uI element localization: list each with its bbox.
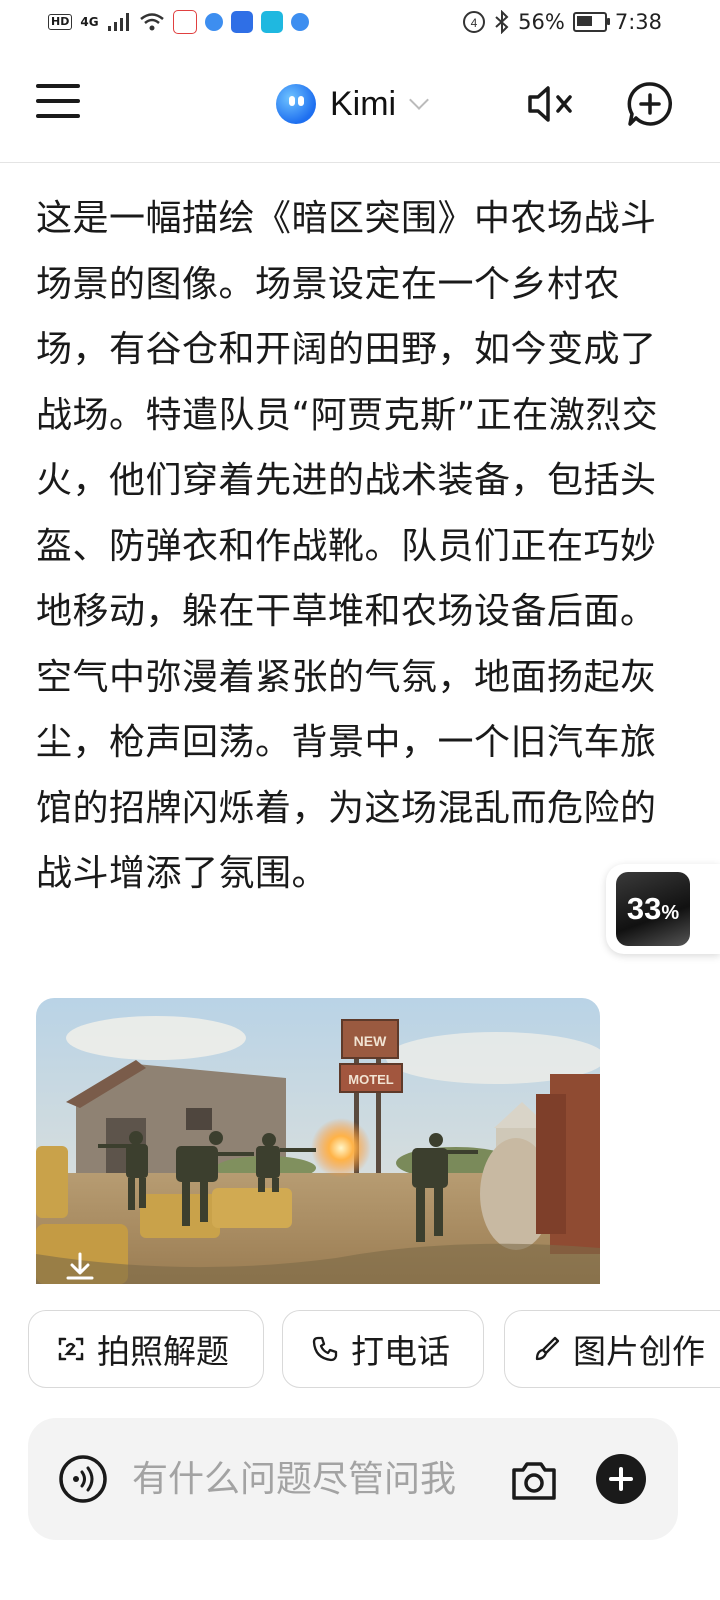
chip-label: 拍照解题 — [97, 1332, 229, 1371]
chip-phone-call[interactable]: 打电话 — [282, 1310, 484, 1388]
app-notification-icon — [260, 11, 283, 33]
wifi-icon — [139, 13, 164, 31]
app-title: Kimi — [330, 84, 397, 123]
network-type: 4G — [80, 15, 99, 29]
clock: 7:38 — [614, 10, 662, 34]
app-notification-icon — [290, 13, 309, 31]
brush-icon — [535, 1336, 560, 1361]
battle-scene-illustration: NEW MOTEL — [36, 998, 600, 1284]
battery-icon — [572, 12, 610, 32]
sign-bottom-text: MOTEL — [348, 1072, 394, 1087]
menu-icon[interactable] — [36, 84, 80, 124]
svg-text:4: 4 — [471, 16, 478, 30]
voice-input-icon[interactable] — [58, 1454, 108, 1504]
app-notification-icon — [204, 13, 223, 31]
phone-icon — [312, 1336, 338, 1362]
speaker-mute-icon[interactable] — [526, 82, 576, 126]
composer — [28, 1418, 678, 1540]
chip-photo-solve[interactable]: 拍照解题 — [28, 1310, 264, 1388]
camera-icon[interactable] — [508, 1456, 560, 1504]
progress-percent: 33 — [626, 891, 662, 926]
floating-progress-widget[interactable]: 33% — [606, 864, 720, 954]
assistant-message: 这是一幅描绘《暗区突围》中农场战斗场景的图像。场景设定在一个乡村农场，有谷仓和开… — [36, 198, 659, 894]
chip-label: 图片创作 — [573, 1332, 705, 1371]
chip-image-creation[interactable]: 图片创作 — [504, 1310, 720, 1388]
data-saver-icon: 4 — [463, 11, 486, 33]
top-bar: Kimi — [0, 48, 720, 163]
status-left: HD 4G — [48, 10, 309, 34]
chip-label: 打电话 — [351, 1332, 450, 1371]
generated-image[interactable]: NEW MOTEL — [36, 998, 600, 1284]
battery-percent: 56% — [518, 10, 565, 34]
add-attachment-button[interactable] — [596, 1454, 646, 1504]
new-chat-icon[interactable] — [626, 80, 674, 128]
scan-icon — [58, 1337, 84, 1361]
progress-unit: % — [661, 901, 680, 924]
message-input[interactable] — [132, 1452, 502, 1506]
app-notification-icon — [172, 10, 197, 34]
chevron-down-icon — [409, 90, 430, 110]
signal-icon — [107, 13, 129, 31]
kimi-logo-icon — [276, 84, 316, 124]
quick-actions: 拍照解题 打电话 图片创作 — [28, 1310, 720, 1390]
app-notification-icon — [230, 11, 253, 33]
status-bar: HD 4G 4 56% 7:38 — [0, 0, 720, 48]
bluetooth-icon — [495, 10, 509, 34]
model-switcher[interactable]: Kimi — [276, 82, 430, 126]
hd-icon: HD — [48, 14, 73, 30]
status-right: 4 56% 7:38 — [462, 10, 662, 34]
sign-top-text: NEW — [354, 1033, 387, 1049]
progress-thumbnail: 33% — [616, 872, 690, 946]
download-icon[interactable] — [62, 1250, 98, 1284]
